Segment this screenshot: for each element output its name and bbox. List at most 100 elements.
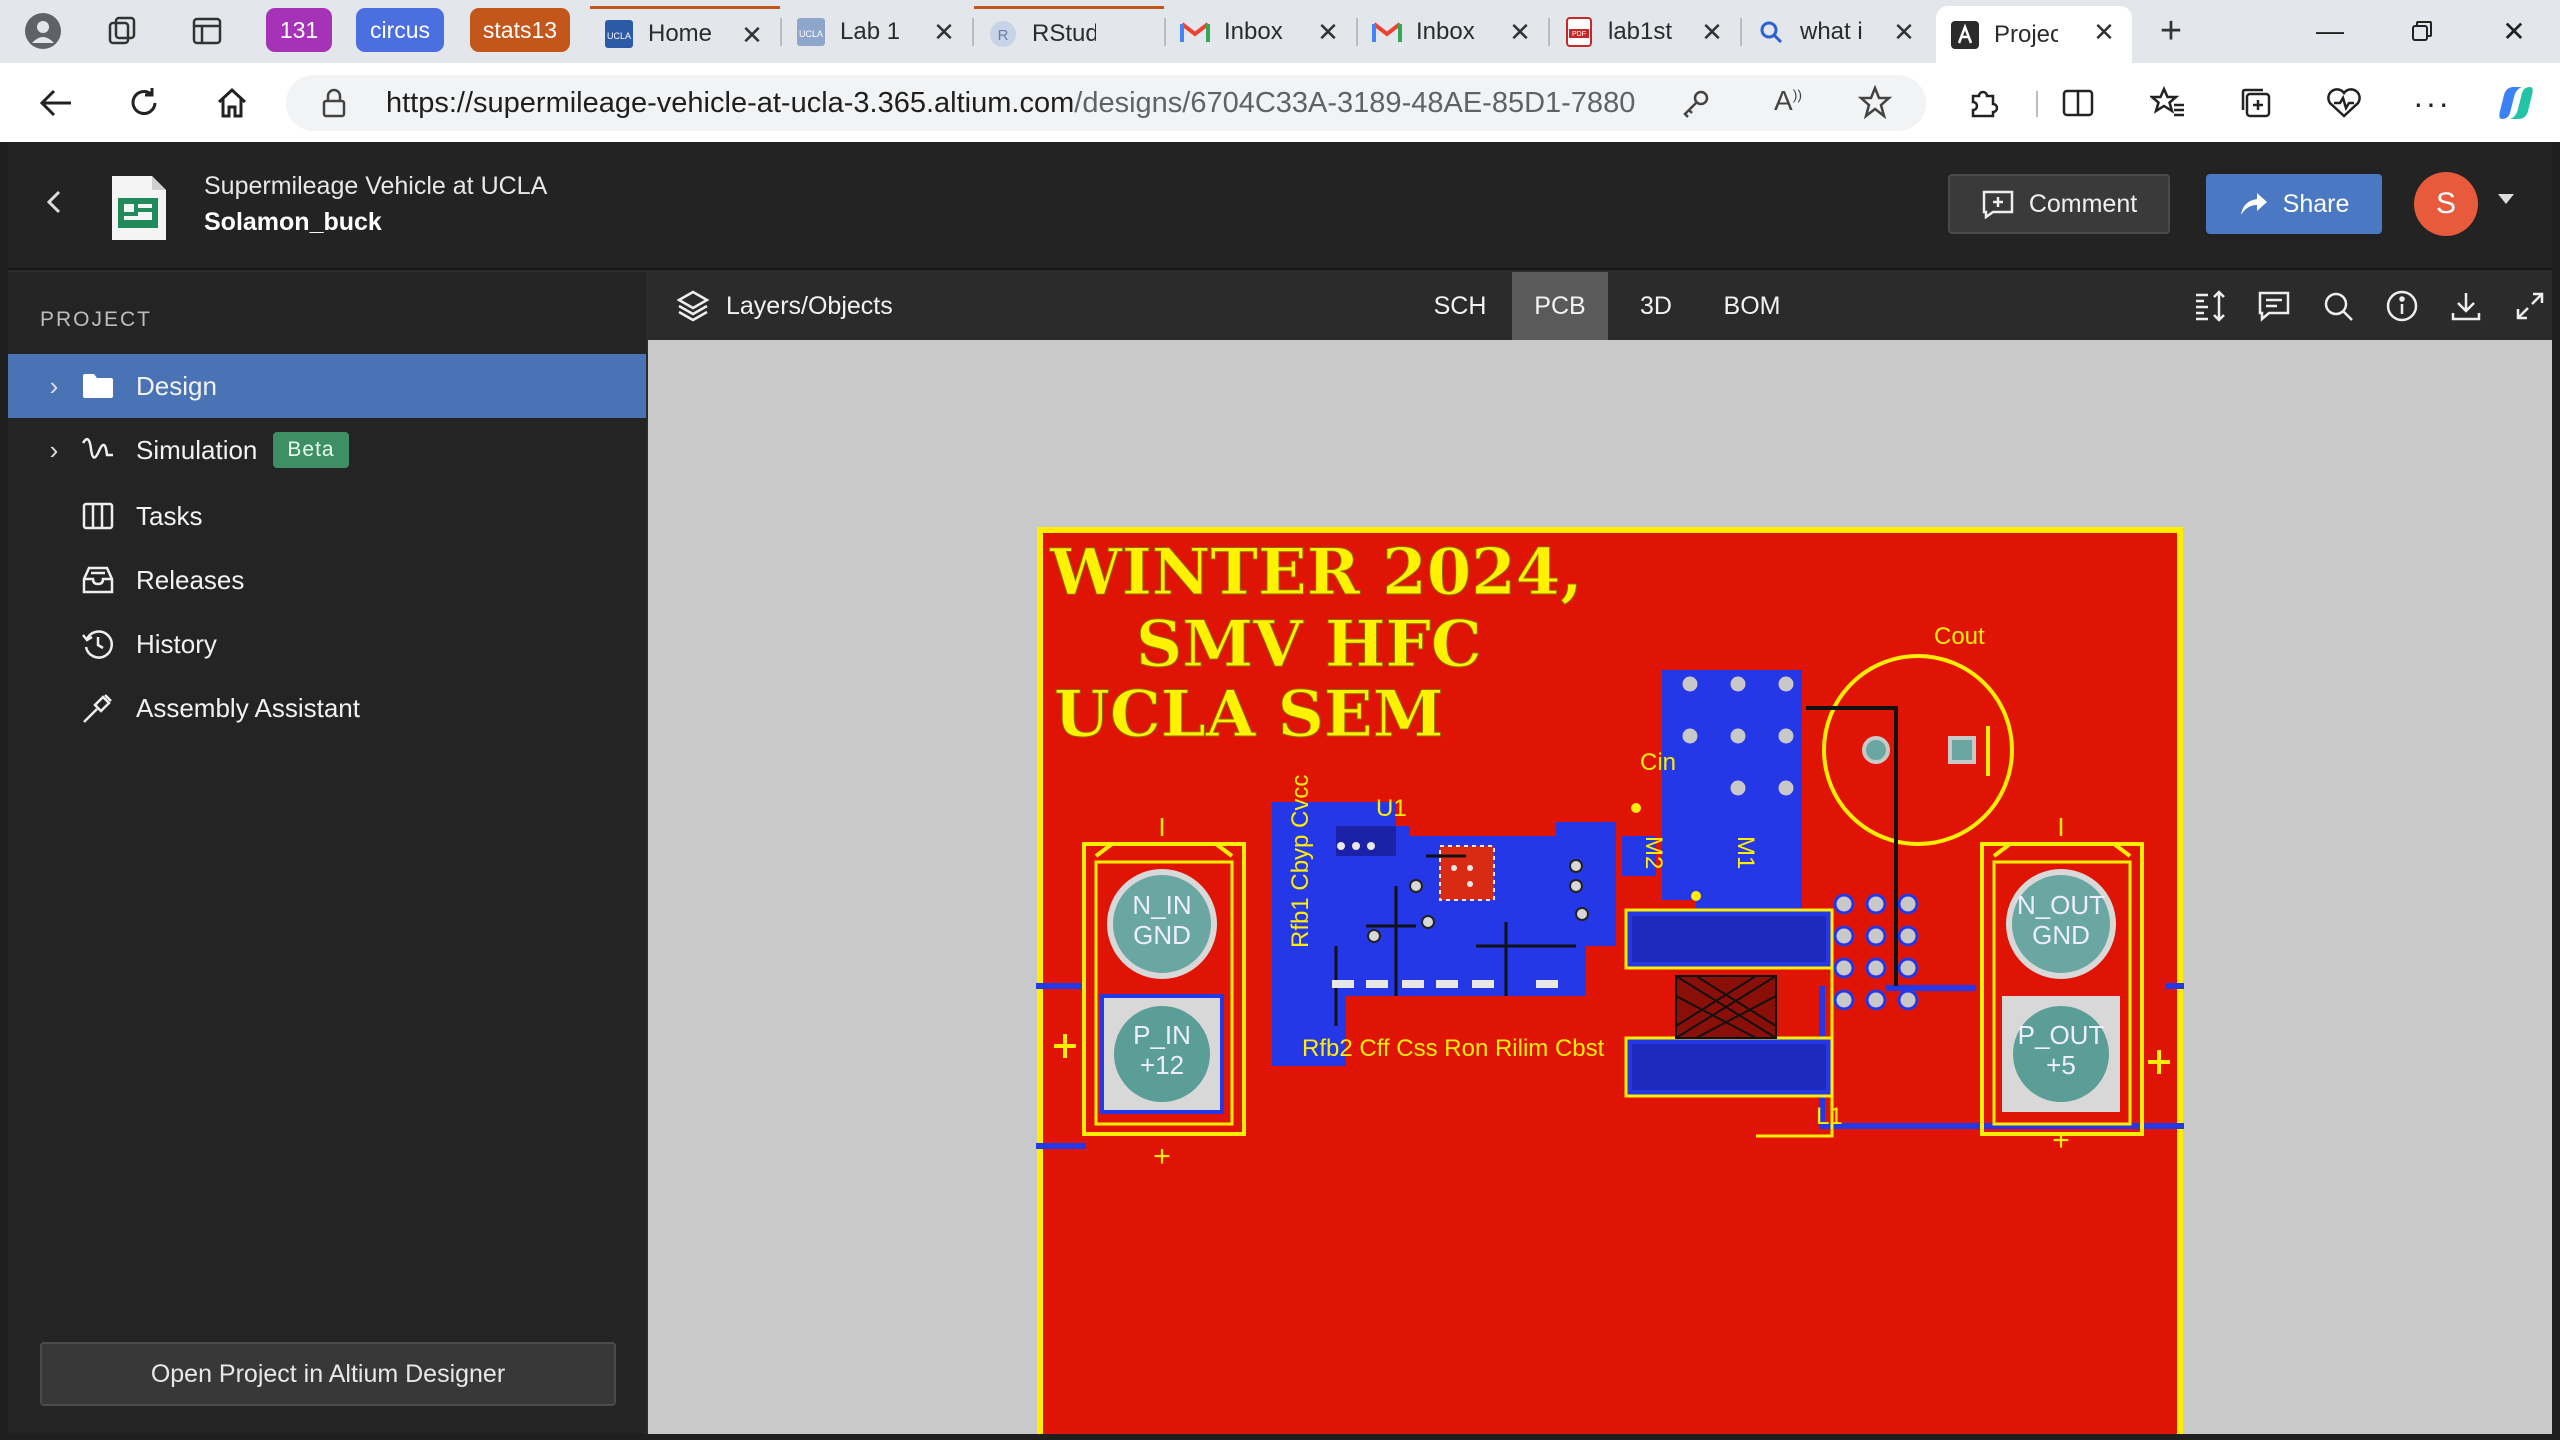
plus-mark-in: + — [1153, 1140, 1171, 1173]
refresh-icon[interactable] — [122, 81, 166, 125]
ucla-favicon: UCLA — [604, 19, 634, 49]
tasks-icon — [78, 496, 118, 536]
n-out-gnd-label: GND — [2032, 920, 2090, 950]
address-bar[interactable]: https://supermileage-vehicle-at-ucla-3.3… — [286, 75, 1926, 131]
layers-icon — [676, 290, 710, 322]
n-in-label: N_IN — [1132, 890, 1191, 920]
sidebar-item-tasks[interactable]: Tasks — [8, 484, 646, 548]
ucla-favicon: UCLA — [796, 17, 826, 47]
m2-label: M2 — [1640, 836, 1667, 869]
address-bar-row: https://supermileage-vehicle-at-ucla-3.3… — [0, 63, 2560, 142]
pcb-title-line-1: WINTER 2024, — [1049, 535, 1583, 610]
conn-mark-out: I — [2057, 812, 2064, 842]
simulation-icon — [78, 430, 118, 470]
split-screen-icon[interactable] — [2056, 81, 2100, 125]
pcb-title-line-2: SMV HFC — [1136, 607, 1482, 682]
pdf-favicon: PDF — [1564, 17, 1594, 47]
workspaces-icon[interactable] — [102, 10, 144, 52]
share-button[interactable]: Share — [2206, 174, 2382, 234]
measure-icon[interactable] — [2190, 286, 2230, 326]
tab-home[interactable]: UCLA Home ✕ — [590, 6, 780, 58]
browser-tab-strip: 131 circus stats13 UCLA Home ✕ UCLA Lab … — [0, 0, 2560, 63]
close-tab-icon[interactable]: ✕ — [930, 18, 958, 46]
more-menu-icon[interactable]: ··· — [2410, 81, 2454, 125]
back-icon[interactable] — [34, 81, 78, 125]
open-in-altium-designer-button[interactable]: Open Project in Altium Designer — [40, 1342, 616, 1406]
chevron-right-icon[interactable]: › — [38, 435, 70, 466]
user-avatar[interactable]: S — [2414, 172, 2478, 236]
sidebar-item-assembly-assistant[interactable]: Assembly Assistant — [8, 676, 646, 740]
project-icon — [102, 172, 174, 244]
url-text[interactable]: https://supermileage-vehicle-at-ucla-3.3… — [386, 75, 1636, 131]
copilot-icon[interactable] — [2494, 81, 2538, 125]
tab-group-131[interactable]: 131 — [266, 8, 332, 52]
layers-objects-button[interactable]: Layers/Objects — [676, 272, 893, 340]
extensions-icon[interactable] — [1962, 81, 2006, 125]
chevron-right-icon[interactable]: › — [38, 371, 70, 402]
tab-inbox-2[interactable]: Inbox ✕ — [1358, 6, 1548, 58]
comment-plus-icon — [1982, 190, 2014, 219]
tab-pcb[interactable]: PCB — [1512, 272, 1608, 340]
close-tab-icon[interactable]: ✕ — [1314, 18, 1342, 46]
tab-search[interactable]: what i ✕ — [1742, 6, 1932, 58]
restore-icon[interactable] — [2376, 0, 2468, 62]
pcb-canvas[interactable]: WINTER 2024, SMV HFC UCLA SEM N_IN GND P… — [1036, 526, 2184, 1434]
n-in-gnd-label: GND — [1133, 920, 1191, 950]
tab-sch[interactable]: SCH — [1412, 272, 1508, 340]
fullscreen-icon[interactable] — [2510, 286, 2550, 326]
search-icon[interactable] — [2318, 286, 2358, 326]
pcb-board-render[interactable]: WINTER 2024, SMV HFC UCLA SEM N_IN GND P… — [1036, 526, 2184, 1434]
browser-essentials-icon[interactable] — [2322, 81, 2366, 125]
sidebar-item-simulation[interactable]: › Simulation Beta — [8, 418, 646, 482]
close-tab-icon[interactable]: ✕ — [1506, 18, 1534, 46]
comment-button[interactable]: Comment — [1948, 174, 2170, 234]
left-vertical-labels: Rfb1 Cbyp Cvcc — [1287, 775, 1314, 948]
close-tab-icon[interactable]: ✕ — [1698, 18, 1726, 46]
tab-actions-icon[interactable] — [186, 10, 228, 52]
project-name: Solamon_buck — [204, 208, 382, 236]
rstudio-favicon: R — [988, 19, 1018, 49]
tab-bom[interactable]: BOM — [1704, 272, 1800, 340]
minimize-icon[interactable]: — — [2284, 0, 2376, 62]
tab-rstudio[interactable]: R RStud — [974, 6, 1164, 58]
back-chevron-icon[interactable] — [44, 186, 64, 218]
read-aloud-icon[interactable]: A)) — [1774, 85, 1802, 117]
p-out-label: P_OUT — [2018, 1020, 2105, 1050]
sidebar-item-releases[interactable]: Releases — [8, 548, 646, 612]
close-tab-icon[interactable]: ✕ — [2090, 18, 2118, 46]
new-tab-icon[interactable]: + — [2150, 10, 2192, 52]
close-tab-icon[interactable]: ✕ — [1890, 18, 1918, 46]
tab-group-circus[interactable]: circus — [356, 8, 444, 52]
home-icon[interactable] — [210, 81, 254, 125]
download-icon[interactable] — [2446, 286, 2486, 326]
favorite-star-icon[interactable] — [1858, 85, 1892, 119]
releases-icon — [78, 560, 118, 600]
collections-icon[interactable] — [2234, 81, 2278, 125]
cout-label: Cout — [1934, 623, 1985, 650]
organization-name: Supermileage Vehicle at UCLA — [204, 172, 548, 200]
profile-icon[interactable] — [22, 10, 64, 52]
app-header: Supermileage Vehicle at UCLA Solamon_buc… — [8, 142, 2552, 270]
tab-lab1st[interactable]: PDF lab1st ✕ — [1550, 6, 1740, 58]
info-icon[interactable] — [2382, 286, 2422, 326]
key-icon[interactable] — [1680, 87, 1712, 119]
tab-3d[interactable]: 3D — [1608, 272, 1704, 340]
tab-project-active[interactable]: Projec ✕ — [1936, 6, 2132, 63]
avatar-dropdown-icon[interactable] — [2498, 194, 2514, 206]
svg-text:R: R — [998, 27, 1009, 44]
tab-inbox-1[interactable]: Inbox ✕ — [1166, 6, 1356, 58]
comments-icon[interactable] — [2254, 286, 2294, 326]
close-tab-icon[interactable]: ✕ — [738, 21, 766, 49]
tab-lab1[interactable]: UCLA Lab 1 ✕ — [782, 6, 972, 58]
history-icon — [78, 624, 118, 664]
lock-icon[interactable] — [320, 87, 348, 119]
sidebar-item-design[interactable]: › Design — [8, 354, 646, 418]
sidebar-section-label: PROJECT — [40, 308, 153, 331]
gmail-favicon — [1180, 17, 1210, 47]
tab-group-stats13[interactable]: stats13 — [470, 8, 570, 52]
sidebar-item-history[interactable]: History — [8, 612, 646, 676]
svg-text:UCLA: UCLA — [799, 29, 823, 39]
close-window-icon[interactable]: ✕ — [2468, 0, 2560, 62]
favorites-icon[interactable] — [2146, 81, 2190, 125]
svg-text:UCLA: UCLA — [607, 31, 631, 41]
